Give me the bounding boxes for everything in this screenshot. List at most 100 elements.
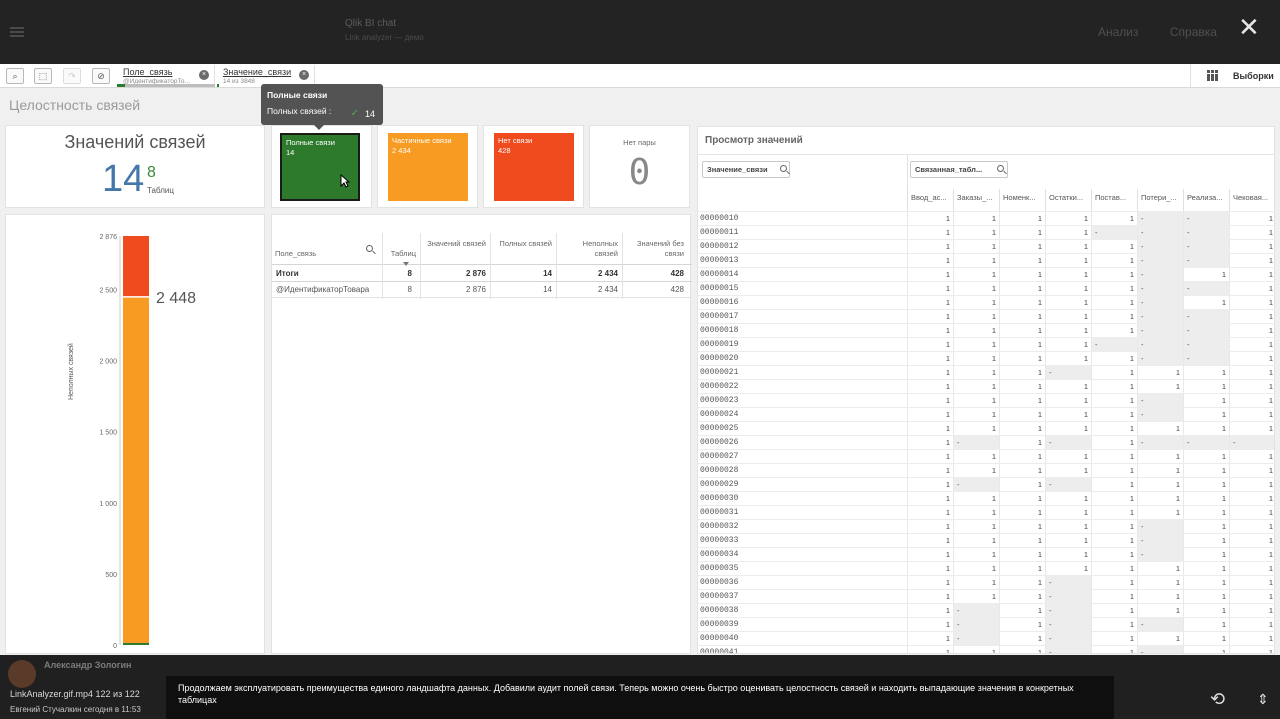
value-row[interactable]: 00000038 1-1-1 1 1 1	[698, 603, 1274, 617]
kpi-card[interactable]: Значений связей 14 8 Таблиц	[5, 125, 265, 208]
value-row[interactable]: 00000012 1 1 1 1 1- -1	[698, 239, 1274, 253]
value-row-id[interactable]: 00000012	[700, 242, 738, 251]
value-search-button[interactable]: Значение_связи	[702, 161, 790, 178]
value-row-id[interactable]: 00000015	[700, 284, 738, 293]
value-column-header[interactable]: Постав...	[1091, 189, 1137, 211]
value-row[interactable]: 00000040 1-1-1 1 1 1	[698, 631, 1274, 645]
full-links-tile[interactable]: Полные связи 14	[280, 133, 360, 201]
value-row-id[interactable]: 00000014	[700, 270, 738, 279]
column-header[interactable]: Значений без связи	[624, 239, 684, 259]
bar-chart-card[interactable]: 0 500 1 000 1 500 2 000 2 500 2 876 2 448	[5, 214, 265, 654]
table-search-button[interactable]: Связанная_табл...	[910, 161, 1008, 178]
value-row-id[interactable]: 00000023	[700, 396, 738, 405]
clear-selection-icon[interactable]: ×	[199, 70, 209, 80]
value-row[interactable]: 00000014 1 1 1 1 1-1 1	[698, 267, 1274, 281]
value-row[interactable]: 00000022 1 1 1 1 1 1 1 1	[698, 379, 1274, 393]
value-row-id[interactable]: 00000037	[700, 592, 738, 601]
bar-segment[interactable]	[123, 296, 149, 644]
value-row[interactable]: 00000026 1-1-1- - -	[698, 435, 1274, 449]
selection-chip-field[interactable]: Поле_связь @ИдентификаторТо... ×	[117, 65, 215, 87]
value-row-id[interactable]: 00000028	[700, 466, 738, 475]
no-pair-card[interactable]: Нет пары 0	[589, 125, 690, 208]
column-header[interactable]: Таблиц	[382, 249, 416, 259]
value-row[interactable]: 00000036 1 1 1-1 1 1 1	[698, 575, 1274, 589]
value-viewer[interactable]: Просмотр значений Значение_связи Связанн…	[697, 126, 1275, 654]
value-row-id[interactable]: 00000026	[700, 438, 738, 447]
value-row-id[interactable]: 00000039	[700, 620, 738, 629]
bar-segment[interactable]	[123, 236, 149, 297]
value-row[interactable]: 00000015 1 1 1 1 1- -1	[698, 281, 1274, 295]
search-icon[interactable]	[366, 245, 373, 252]
clear-selection-icon[interactable]: ×	[299, 70, 309, 80]
links-table[interactable]: Поле_связь Таблиц Значений связей Полных…	[271, 214, 692, 654]
value-row[interactable]: 00000029 1-1-1 1 1 1	[698, 477, 1274, 491]
value-row-id[interactable]: 00000017	[700, 312, 738, 321]
selections-button[interactable]: Выборки	[1190, 64, 1280, 88]
value-row-id[interactable]: 00000034	[700, 550, 738, 559]
value-row-id[interactable]: 00000036	[700, 578, 738, 587]
value-row-id[interactable]: 00000030	[700, 494, 738, 503]
value-row-id[interactable]: 00000032	[700, 522, 738, 531]
value-row[interactable]: 00000035 1 1 1 1 1 1 1 1	[698, 561, 1274, 575]
value-row-id[interactable]: 00000025	[700, 424, 738, 433]
value-row[interactable]: 00000019 1 1 1 1- - -1	[698, 337, 1274, 351]
value-row-id[interactable]: 00000027	[700, 452, 738, 461]
value-row[interactable]: 00000013 1 1 1 1 1- -1	[698, 253, 1274, 267]
value-row-id[interactable]: 00000033	[700, 536, 738, 545]
value-row[interactable]: 00000024 1 1 1 1 1-1 1	[698, 407, 1274, 421]
value-row-id[interactable]: 00000022	[700, 382, 738, 391]
value-row[interactable]: 00000034 1 1 1 1 1-1 1	[698, 547, 1274, 561]
close-icon[interactable]: ✕	[1238, 14, 1260, 40]
table-cell[interactable]: @ИдентификаторТовара	[272, 285, 373, 294]
rotate-icon[interactable]: ⟲	[1210, 690, 1225, 708]
value-row-id[interactable]: 00000021	[700, 368, 738, 377]
value-row[interactable]: 00000033 1 1 1 1 1-1 1	[698, 533, 1274, 547]
value-row-id[interactable]: 00000010	[700, 214, 738, 223]
column-header[interactable]: Полных связей	[492, 239, 552, 249]
value-row[interactable]: 00000025 1 1 1 1 1 1 1 1	[698, 421, 1274, 435]
smart-search-icon[interactable]: ⌕	[6, 68, 24, 84]
value-row[interactable]: 00000016 1 1 1 1 1-1 1	[698, 295, 1274, 309]
value-row[interactable]: 00000030 1 1 1 1 1 1 1 1	[698, 491, 1274, 505]
step-forward-icon[interactable]: ↷	[63, 68, 81, 84]
value-row[interactable]: 00000037 1 1 1-1 1 1 1	[698, 589, 1274, 603]
value-row[interactable]: 00000031 1 1 1 1 1 1 1 1	[698, 505, 1274, 519]
value-row[interactable]: 00000010 1 1 1 1 1- -1	[698, 211, 1274, 225]
value-row-id[interactable]: 00000040	[700, 634, 738, 643]
value-row-id[interactable]: 00000038	[700, 606, 738, 615]
value-row[interactable]: 00000017 1 1 1 1 1- -1	[698, 309, 1274, 323]
value-row-id[interactable]: 00000011	[700, 228, 738, 237]
value-row-id[interactable]: 00000016	[700, 298, 738, 307]
value-column-header[interactable]: Потери_...	[1137, 189, 1183, 211]
clear-selections-icon[interactable]: ⊘	[92, 68, 110, 84]
partial-links-tile[interactable]: Частичные связи 2 434	[388, 133, 468, 201]
no-links-tile[interactable]: Нет связи 428	[494, 133, 574, 201]
value-row-id[interactable]: 00000013	[700, 256, 738, 265]
value-row[interactable]: 00000041 1 1 1-1-1 1	[698, 645, 1274, 653]
column-header[interactable]: Поле_связь	[275, 249, 316, 259]
value-row[interactable]: 00000011 1 1 1 1- - -1	[698, 225, 1274, 239]
value-row[interactable]: 00000021 1 1 1-1 1 1 1	[698, 365, 1274, 379]
bar-segment[interactable]	[123, 643, 149, 645]
value-row[interactable]: 00000039 1-1-1-1 1	[698, 617, 1274, 631]
value-row-id[interactable]: 00000019	[700, 340, 738, 349]
scroll-icon[interactable]: ⇕	[1257, 692, 1269, 706]
value-row-id[interactable]: 00000031	[700, 508, 738, 517]
value-row-id[interactable]: 00000041	[700, 648, 738, 653]
value-row-id[interactable]: 00000035	[700, 564, 738, 573]
value-column-header[interactable]: Ввод_ас...	[907, 189, 953, 211]
value-row[interactable]: 00000032 1 1 1 1 1-1 1	[698, 519, 1274, 533]
column-header[interactable]: Неполных связей	[558, 239, 618, 259]
value-row-id[interactable]: 00000020	[700, 354, 738, 363]
value-row-id[interactable]: 00000018	[700, 326, 738, 335]
value-row[interactable]: 00000023 1 1 1 1 1-1 1	[698, 393, 1274, 407]
value-row[interactable]: 00000018 1 1 1 1 1- -1	[698, 323, 1274, 337]
value-row-id[interactable]: 00000029	[700, 480, 738, 489]
table-row[interactable]: @ИдентификаторТовара 8 2 876 14 2 434 42…	[272, 282, 692, 298]
value-column-header[interactable]: Реализа...	[1183, 189, 1229, 211]
value-column-header[interactable]: Номенк...	[999, 189, 1045, 211]
value-column-header[interactable]: Заказы_...	[953, 189, 999, 211]
column-header[interactable]: Значений связей	[422, 239, 486, 249]
value-row-id[interactable]: 00000024	[700, 410, 738, 419]
value-row[interactable]: 00000020 1 1 1 1 1- -1	[698, 351, 1274, 365]
